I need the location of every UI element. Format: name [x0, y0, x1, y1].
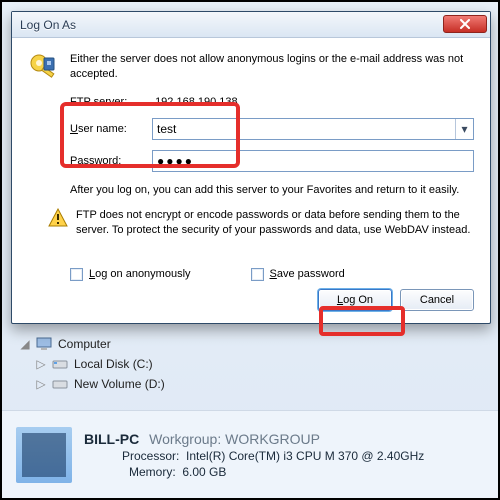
explorer-window: ◢ Computer ▷ Local Disk (C:) ▷ New Volum…: [0, 0, 500, 500]
tree-item-local-disk[interactable]: ▷ Local Disk (C:): [20, 354, 165, 374]
password-value: ●●●●: [157, 154, 194, 168]
tree-item-new-volume[interactable]: ▷ New Volume (D:): [20, 374, 165, 394]
expand-icon[interactable]: ▷: [36, 377, 46, 391]
message-text: Either the server does not allow anonymo…: [70, 52, 474, 84]
drive-icon: [52, 376, 68, 392]
key-lock-icon: [28, 52, 60, 84]
workgroup-value: WORKGROUP: [225, 431, 320, 447]
checkbox-box: [70, 268, 83, 281]
dialog-title: Log On As: [20, 18, 443, 32]
ftp-server-value: 192.168.190.138: [155, 96, 238, 108]
hostname: BILL-PC: [84, 431, 139, 447]
tree-item-computer[interactable]: ◢ Computer: [20, 334, 165, 354]
username-combobox[interactable]: test ▾: [152, 118, 474, 140]
proc-label: Processor:: [122, 449, 179, 463]
expand-icon[interactable]: ▷: [36, 357, 46, 371]
details-pane: BILL-PC Workgroup: WORKGROUP Processor: …: [2, 410, 498, 498]
close-icon: [459, 19, 471, 29]
nav-tree: ◢ Computer ▷ Local Disk (C:) ▷ New Volum…: [20, 334, 165, 394]
after-login-note: After you log on, you can add this serve…: [70, 184, 474, 196]
username-value: test: [157, 122, 176, 136]
titlebar[interactable]: Log On As: [12, 12, 490, 38]
checkbox-box: [251, 268, 264, 281]
tree-label: Computer: [58, 337, 111, 351]
warning-icon: [48, 208, 68, 228]
log-on-button[interactable]: Log On: [318, 289, 392, 311]
workgroup-label: Workgroup:: [149, 431, 221, 447]
password-input[interactable]: ●●●●: [152, 150, 474, 172]
username-label: User name:: [70, 123, 152, 135]
mem-value: 6.00 GB: [182, 465, 226, 479]
warning-text: FTP does not encrypt or encode passwords…: [76, 208, 474, 238]
logon-dialog: Log On As Either the server: [11, 11, 491, 324]
mem-label: Memory:: [129, 465, 176, 479]
drive-icon: [52, 356, 68, 372]
tree-label: Local Disk (C:): [74, 357, 153, 371]
save-password-checkbox[interactable]: Save password: [251, 268, 345, 281]
computer-thumb-icon: [16, 427, 72, 483]
computer-icon: [36, 336, 52, 352]
ftp-server-label: FTP server:: [70, 96, 152, 108]
proc-value: Intel(R) Core(TM) i3 CPU M 370 @ 2.40GHz: [186, 449, 424, 463]
close-button[interactable]: [443, 15, 487, 33]
tree-label: New Volume (D:): [74, 377, 165, 391]
logon-anonymously-checkbox[interactable]: Log on anonymously: [70, 268, 191, 281]
collapse-icon[interactable]: ◢: [20, 337, 30, 351]
cancel-button[interactable]: Cancel: [400, 289, 474, 311]
chevron-down-icon[interactable]: ▾: [455, 119, 473, 139]
password-label: Password:: [70, 155, 152, 167]
